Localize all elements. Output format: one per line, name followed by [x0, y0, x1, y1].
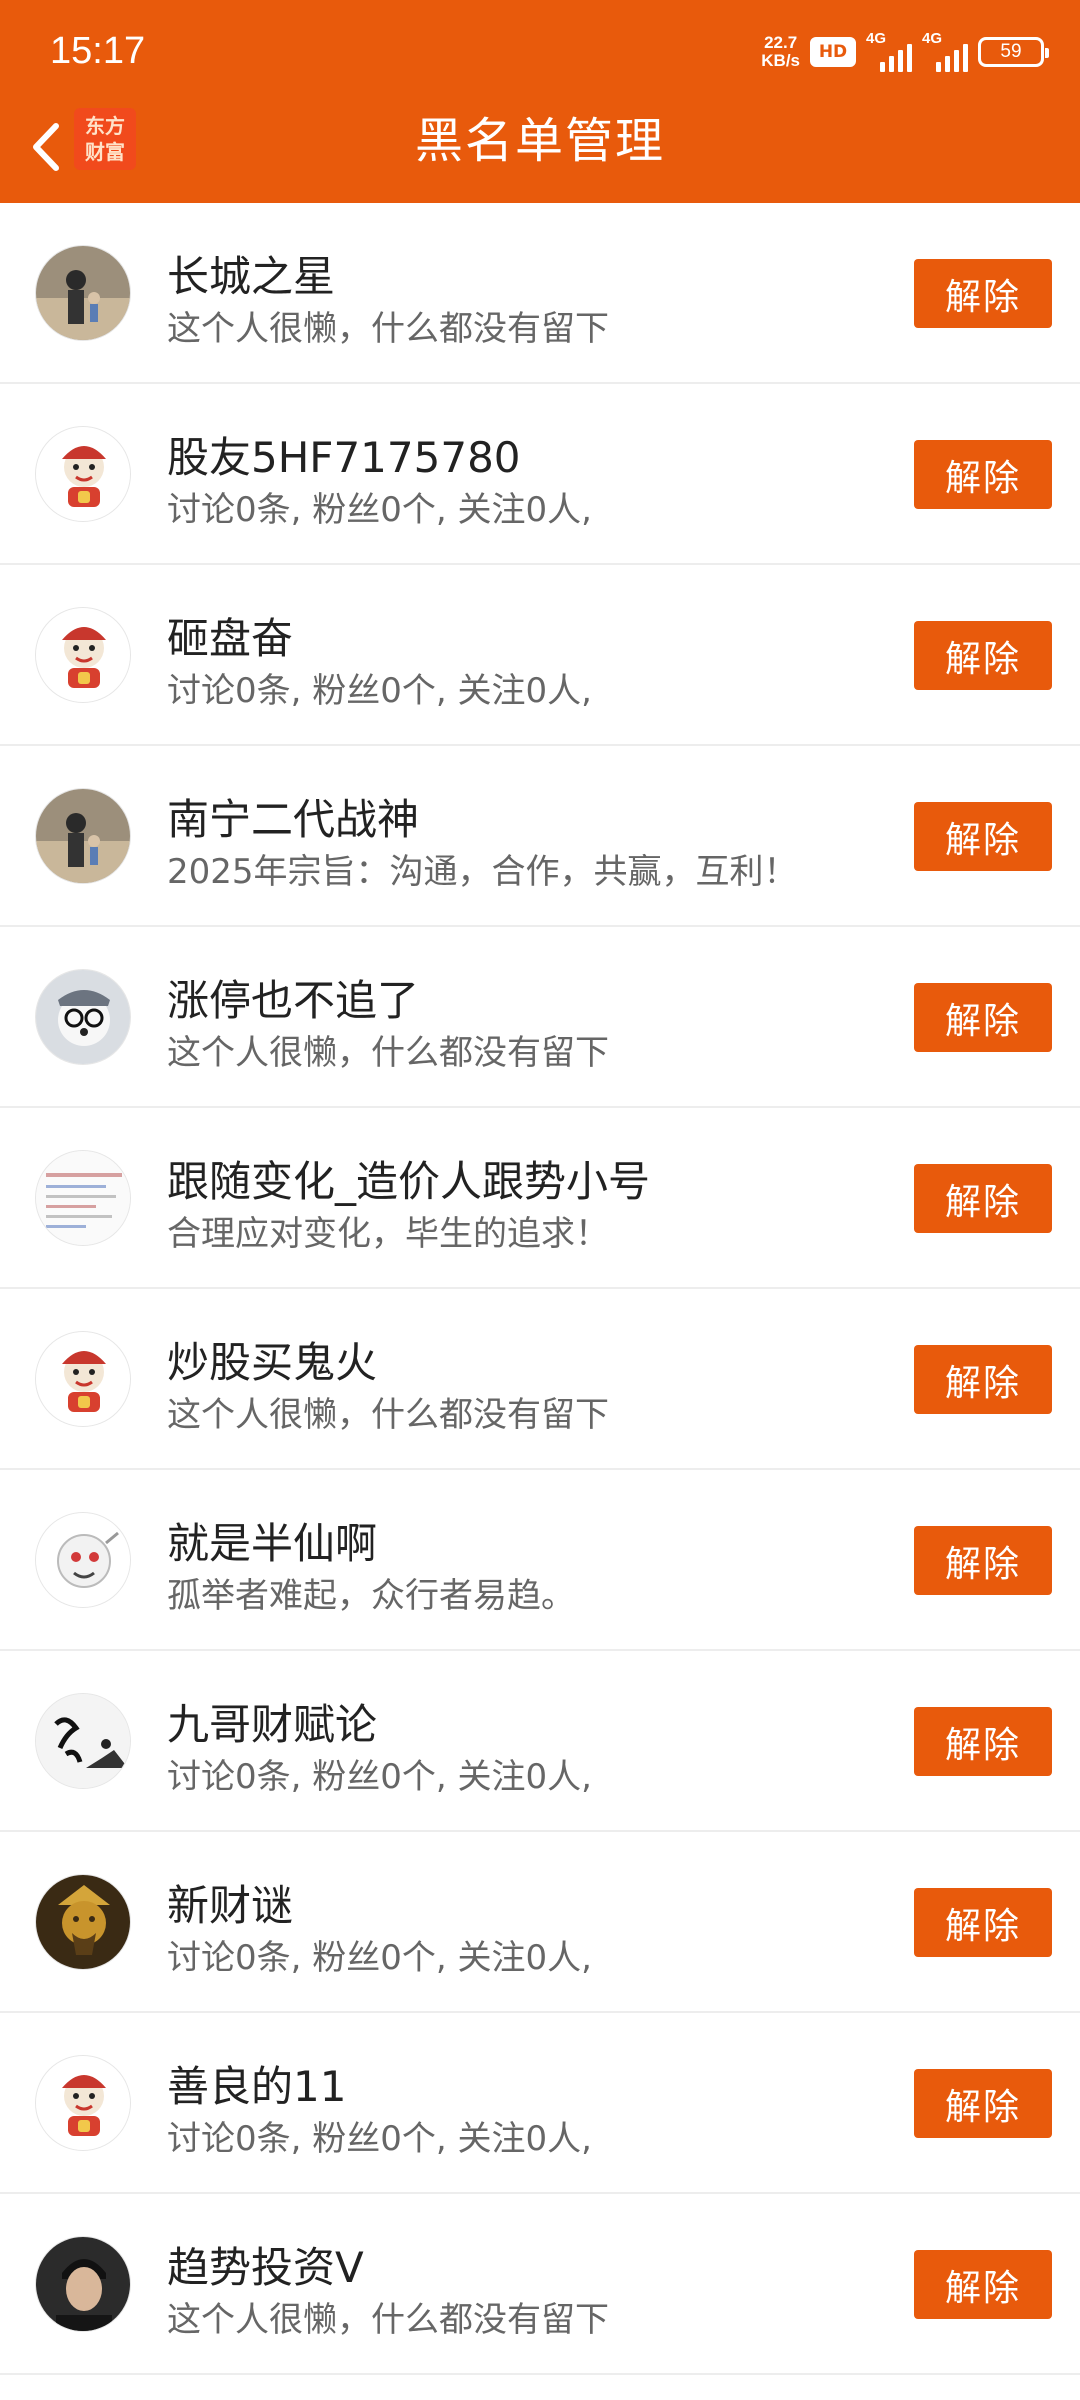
list-item[interactable]: 砸盘奋讨论0条, 粉丝0个, 关注0人, 解除 — [0, 565, 1080, 746]
avatar[interactable] — [35, 1331, 131, 1427]
avatar[interactable] — [35, 245, 131, 341]
unblock-button[interactable]: 解除 — [914, 1345, 1052, 1414]
list-item[interactable]: 跟随变化_造价人跟势小号合理应对变化，毕生的追求！ 解除 — [0, 1108, 1080, 1289]
user-description: 讨论0条, 粉丝0个, 关注0人, — [167, 671, 592, 711]
unblock-button[interactable]: 解除 — [914, 621, 1052, 690]
dog-avatar — [36, 970, 130, 1064]
signal-icon-1: 4G — [866, 30, 912, 72]
battery-level: 59 — [1000, 41, 1022, 62]
hd-badge: HD — [810, 37, 856, 67]
user-name[interactable]: 善良的11 — [167, 2053, 346, 2114]
user-description: 讨论0条, 粉丝0个, 关注0人, — [167, 1757, 592, 1797]
photo-avatar — [36, 789, 130, 883]
user-name[interactable]: 趋势投资V — [167, 2234, 364, 2295]
user-name[interactable]: 涨停也不追了 — [167, 967, 419, 1028]
avatar[interactable] — [35, 2236, 131, 2332]
default-mascot-avatar — [36, 427, 130, 521]
header: 15:17 22.7 KB/s HD 4G 4G 59 东方 财富 黑名单管理 — [0, 0, 1080, 203]
unblock-button[interactable]: 解除 — [914, 1888, 1052, 1957]
list-item[interactable]: 善良的11 讨论0条, 粉丝0个, 关注0人, 解除 — [0, 2013, 1080, 2194]
list-item[interactable]: 趋势投资V 这个人很懒，什么都没有留下 解除 — [0, 2194, 1080, 2375]
avatar[interactable] — [35, 607, 131, 703]
network-type-2: 4G — [922, 30, 943, 47]
user-description: 这个人很懒，什么都没有留下 — [167, 1395, 609, 1435]
list-item[interactable]: 新财谜讨论0条, 粉丝0个, 关注0人, 解除 — [0, 1832, 1080, 2013]
unblock-button[interactable]: 解除 — [914, 1707, 1052, 1776]
user-description: 这个人很懒，什么都没有留下 — [167, 2300, 609, 2340]
blacklist-screen: 15:17 22.7 KB/s HD 4G 4G 59 东方 财富 黑名单管理 … — [0, 0, 1080, 2400]
user-description: 这个人很懒，什么都没有留下 — [167, 309, 609, 349]
avatar[interactable] — [35, 1693, 131, 1789]
unblock-button[interactable]: 解除 — [914, 259, 1052, 328]
network-type-1: 4G — [866, 30, 887, 47]
user-description: 讨论0条, 粉丝0个, 关注0人, — [167, 2119, 592, 2159]
status-bar: 15:17 22.7 KB/s HD 4G 4G 59 — [0, 0, 1080, 104]
network-speed: 22.7 KB/s — [761, 34, 800, 70]
avatar[interactable] — [35, 1512, 131, 1608]
user-name[interactable]: 南宁二代战神 — [167, 786, 419, 847]
unblock-button[interactable]: 解除 — [914, 983, 1052, 1052]
default-mascot-avatar — [36, 608, 130, 702]
unblock-button[interactable]: 解除 — [914, 440, 1052, 509]
list-item[interactable]: 九哥财赋论讨论0条, 粉丝0个, 关注0人, 解除 — [0, 1651, 1080, 1832]
unblock-button[interactable]: 解除 — [914, 1164, 1052, 1233]
avatar[interactable] — [35, 1150, 131, 1246]
default-mascot-avatar — [36, 2056, 130, 2150]
cartoon-avatar — [36, 1513, 130, 1607]
user-description: 2025年宗旨：沟通，合作，共赢，互利！ — [167, 852, 798, 892]
list-item[interactable]: 就是半仙啊孤举者难起，众行者易趋。 解除 — [0, 1470, 1080, 1651]
portrait-avatar — [36, 2237, 130, 2331]
ink-calligraphy-avatar — [36, 1694, 130, 1788]
user-name[interactable]: 砸盘奋 — [167, 605, 293, 666]
user-description: 讨论0条, 粉丝0个, 关注0人, — [167, 1938, 592, 1978]
document-avatar — [36, 1151, 130, 1245]
unblock-button[interactable]: 解除 — [914, 1526, 1052, 1595]
list-item[interactable]: 股友5HF7175780 讨论0条, 粉丝0个, 关注0人, 解除 — [0, 384, 1080, 565]
avatar[interactable] — [35, 969, 131, 1065]
avatar[interactable] — [35, 426, 131, 522]
blacklist-list: 长城之星 这个人很懒，什么都没有留下 解除 股友5HF7175780 讨论0条, 粉丝0… — [0, 203, 1080, 2375]
avatar[interactable] — [35, 1874, 131, 1970]
photo-avatar — [36, 246, 130, 340]
user-name[interactable]: 九哥财赋论 — [167, 1691, 377, 1752]
unblock-button[interactable]: 解除 — [914, 802, 1052, 871]
user-description: 合理应对变化，毕生的追求！ — [167, 1214, 609, 1254]
user-description: 讨论0条, 粉丝0个, 关注0人, — [167, 490, 592, 530]
avatar[interactable] — [35, 788, 131, 884]
unblock-button[interactable]: 解除 — [914, 2250, 1052, 2319]
user-name[interactable]: 炒股买鬼火 — [167, 1329, 377, 1390]
status-indicators: 22.7 KB/s HD 4G 4G 59 — [761, 28, 1049, 76]
list-item[interactable]: 炒股买鬼火这个人很懒，什么都没有留下 解除 — [0, 1289, 1080, 1470]
default-mascot-avatar — [36, 1332, 130, 1426]
user-description: 孤举者难起，众行者易趋。 — [167, 1576, 575, 1616]
network-speed-value: 22.7 — [764, 33, 798, 52]
list-item[interactable]: 长城之星这个人很懒，什么都没有留下 解除 — [0, 203, 1080, 384]
avatar[interactable] — [35, 2055, 131, 2151]
user-name[interactable]: 就是半仙啊 — [167, 1510, 377, 1571]
battery-icon: 59 — [978, 37, 1049, 67]
user-name[interactable]: 跟随变化_造价人跟势小号 — [167, 1148, 650, 1209]
user-name[interactable]: 长城之星 — [167, 243, 335, 304]
user-description: 这个人很懒，什么都没有留下 — [167, 1033, 609, 1073]
status-time: 15:17 — [50, 30, 146, 72]
unblock-button[interactable]: 解除 — [914, 2069, 1052, 2138]
user-name[interactable]: 股友5HF7175780 — [167, 424, 521, 485]
golden-statue-avatar — [36, 1875, 130, 1969]
list-item[interactable]: 涨停也不追了这个人很懒，什么都没有留下 解除 — [0, 927, 1080, 1108]
user-name[interactable]: 新财谜 — [167, 1872, 293, 1933]
page-title: 黑名单管理 — [414, 113, 665, 169]
signal-icon-2: 4G — [922, 30, 968, 72]
network-speed-unit: KB/s — [761, 51, 800, 70]
list-item[interactable]: 南宁二代战神 2025年宗旨：沟通，合作，共赢，互利！ 解除 — [0, 746, 1080, 927]
